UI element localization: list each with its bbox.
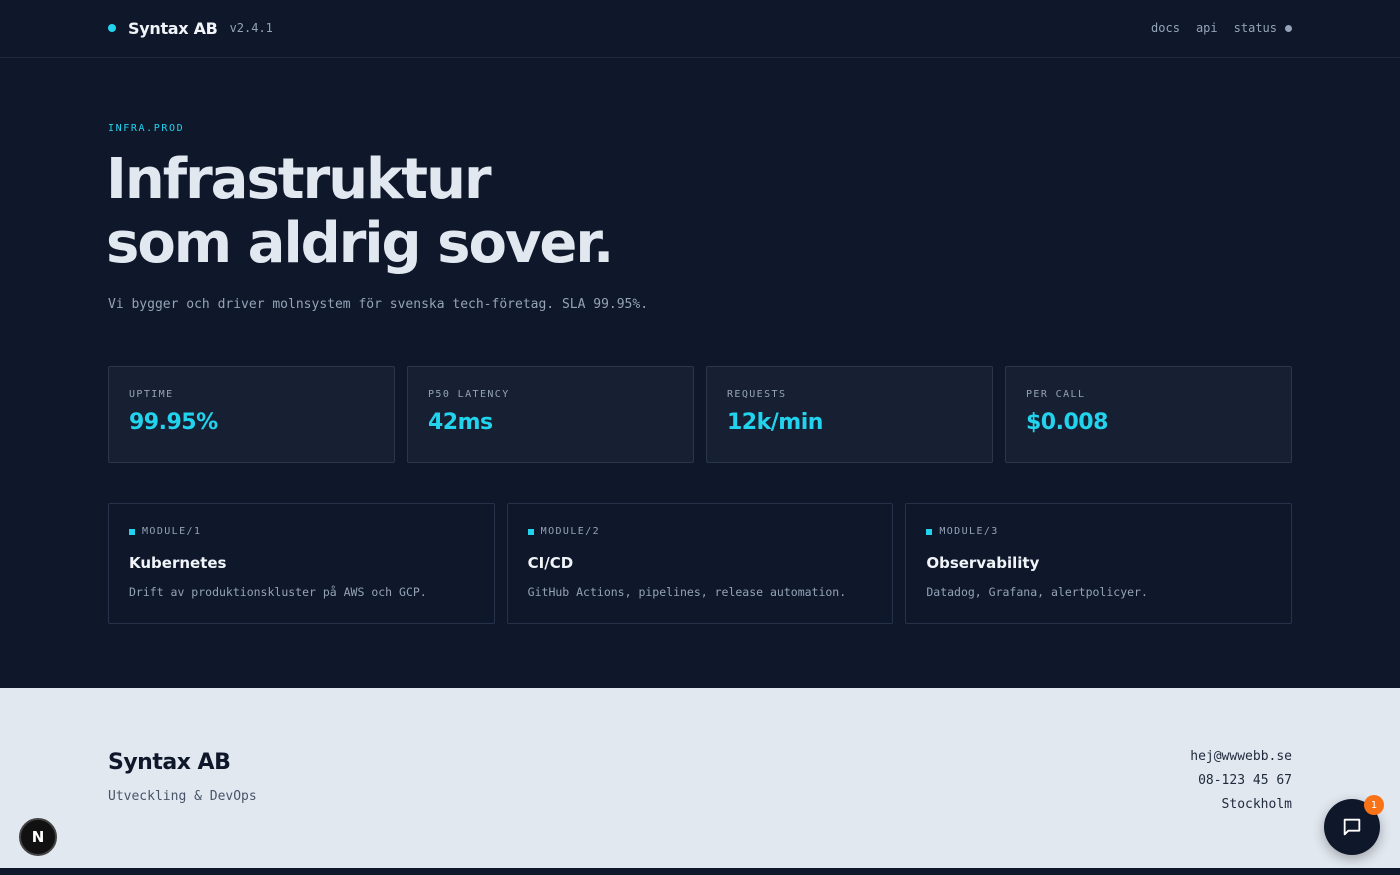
- stat-card-per-call: PER CALL $0.008: [1005, 366, 1292, 463]
- site-header: Syntax AB v2.4.1 docs api status: [0, 0, 1400, 58]
- hero-title: Infrastruktur som aldrig sover.: [106, 148, 1006, 276]
- status-dot-icon: [1285, 24, 1292, 32]
- brand[interactable]: Syntax AB v2.4.1: [108, 17, 273, 39]
- nav-status[interactable]: status: [1234, 21, 1277, 35]
- module-tag-text: MODULE/3: [939, 526, 999, 537]
- stat-card-latency: P50 LATENCY 42ms: [407, 366, 694, 463]
- footer-tagline: Utveckling & DevOps: [108, 789, 257, 804]
- hero-eyebrow: INFRA.PROD: [108, 123, 185, 134]
- stat-label: P50 LATENCY: [428, 389, 510, 400]
- square-bullet-icon: [527, 528, 534, 535]
- module-tag: MODULE/3: [926, 526, 1271, 537]
- version-label: v2.4.1: [229, 21, 273, 35]
- nav-api[interactable]: api: [1196, 21, 1218, 35]
- nav-docs[interactable]: docs: [1151, 21, 1180, 35]
- chat-notification-badge: 1: [1364, 795, 1384, 815]
- stat-label: PER CALL: [1026, 389, 1086, 400]
- stat-value: 99.95%: [129, 410, 218, 435]
- footer-company-name: Syntax AB: [108, 750, 231, 775]
- module-tag: MODULE/1: [129, 526, 474, 537]
- nextjs-dev-badge[interactable]: N: [19, 818, 57, 856]
- chat-bubble-icon: [1343, 818, 1361, 836]
- footer-email[interactable]: hej@wwwebb.se: [1190, 745, 1292, 769]
- module-card-cicd[interactable]: MODULE/2 CI/CD GitHub Actions, pipelines…: [506, 503, 894, 624]
- module-title: Kubernetes: [129, 554, 227, 572]
- footer-contact: hej@wwwebb.se 08-123 45 67 Stockholm: [1190, 745, 1292, 817]
- stat-value: 12k/min: [727, 410, 823, 435]
- square-bullet-icon: [926, 528, 933, 535]
- brand-name: Syntax AB: [128, 18, 218, 38]
- hero-title-line-1: Infrastruktur: [106, 147, 492, 212]
- site-footer: Syntax AB Utveckling & DevOps hej@wwwebb…: [0, 688, 1400, 868]
- module-card-kubernetes[interactable]: MODULE/1 Kubernetes Drift av produktions…: [108, 503, 495, 624]
- hero-subtitle: Vi bygger och driver molnsystem för sven…: [108, 297, 649, 312]
- footer-bottom-strip: [0, 868, 1400, 875]
- stat-card-requests: REQUESTS 12k/min: [706, 366, 993, 463]
- brand-dot-icon: [108, 24, 116, 32]
- module-title: Observability: [926, 554, 1040, 572]
- footer-city: Stockholm: [1221, 797, 1292, 812]
- stat-label: REQUESTS: [727, 389, 787, 400]
- module-desc: Drift av produktionskluster på AWS och G…: [129, 585, 427, 599]
- module-desc: GitHub Actions, pipelines, release autom…: [527, 585, 847, 599]
- stat-label: UPTIME: [129, 389, 174, 400]
- modules-row: MODULE/1 Kubernetes Drift av produktions…: [108, 503, 1293, 624]
- module-tag-text: MODULE/2: [540, 526, 601, 537]
- stat-card-uptime: UPTIME 99.95%: [108, 366, 395, 463]
- module-tag-text: MODULE/1: [142, 526, 202, 537]
- stat-value: $0.008: [1026, 410, 1108, 435]
- module-title: CI/CD: [527, 554, 574, 572]
- hero-title-line-2: som aldrig sover.: [106, 211, 614, 276]
- module-tag: MODULE/2: [527, 526, 873, 537]
- footer-phone[interactable]: 08-123 45 67: [1190, 769, 1292, 793]
- stats-row: UPTIME 99.95% P50 LATENCY 42ms REQUESTS …: [108, 366, 1292, 463]
- square-bullet-icon: [129, 528, 135, 535]
- module-card-observability[interactable]: MODULE/3 Observability Datadog, Grafana,…: [905, 503, 1293, 624]
- module-desc: Datadog, Grafana, alertpolicyer.: [926, 585, 1148, 599]
- top-nav: docs api status: [1135, 17, 1292, 39]
- stat-value: 42ms: [428, 410, 493, 435]
